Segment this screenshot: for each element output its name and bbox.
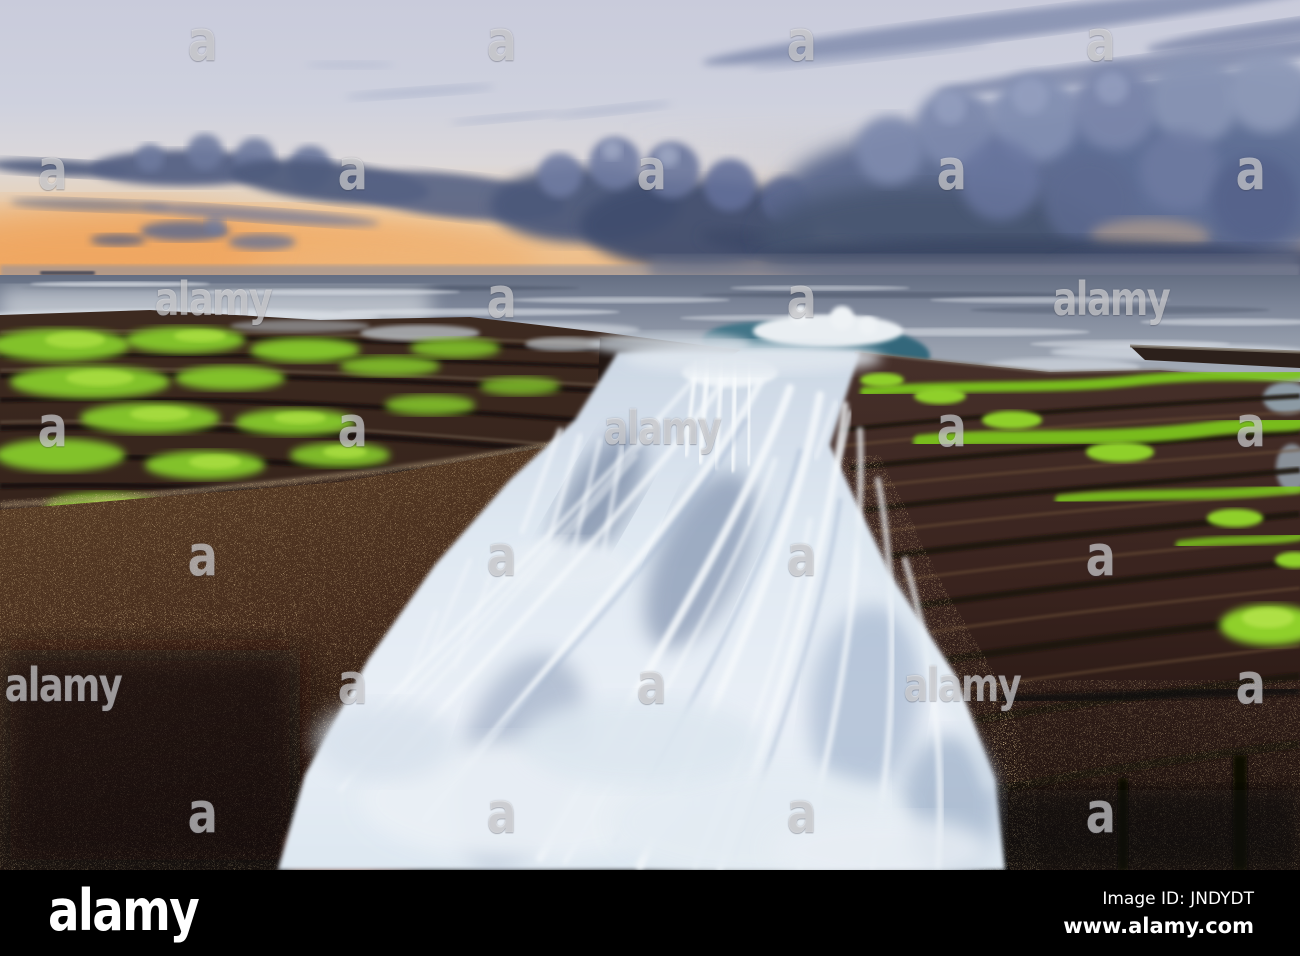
seascape-photo [0,0,1300,870]
stock-photo-page: a a a a a a a a a a a a a a a a a a a a a a a a a a alamy alamy alam… [0,0,1300,956]
image-id-text: Image ID: JNDYDT [1102,888,1254,909]
footer-info: Image ID: JNDYDT www.alamy.com [1063,889,1254,938]
alamy-footer-bar: alamy Image ID: JNDYDT www.alamy.com [0,870,1300,956]
alamy-logo: alamy [48,878,200,944]
sky [0,0,1300,312]
alamy-website-text: www.alamy.com [1063,913,1254,938]
